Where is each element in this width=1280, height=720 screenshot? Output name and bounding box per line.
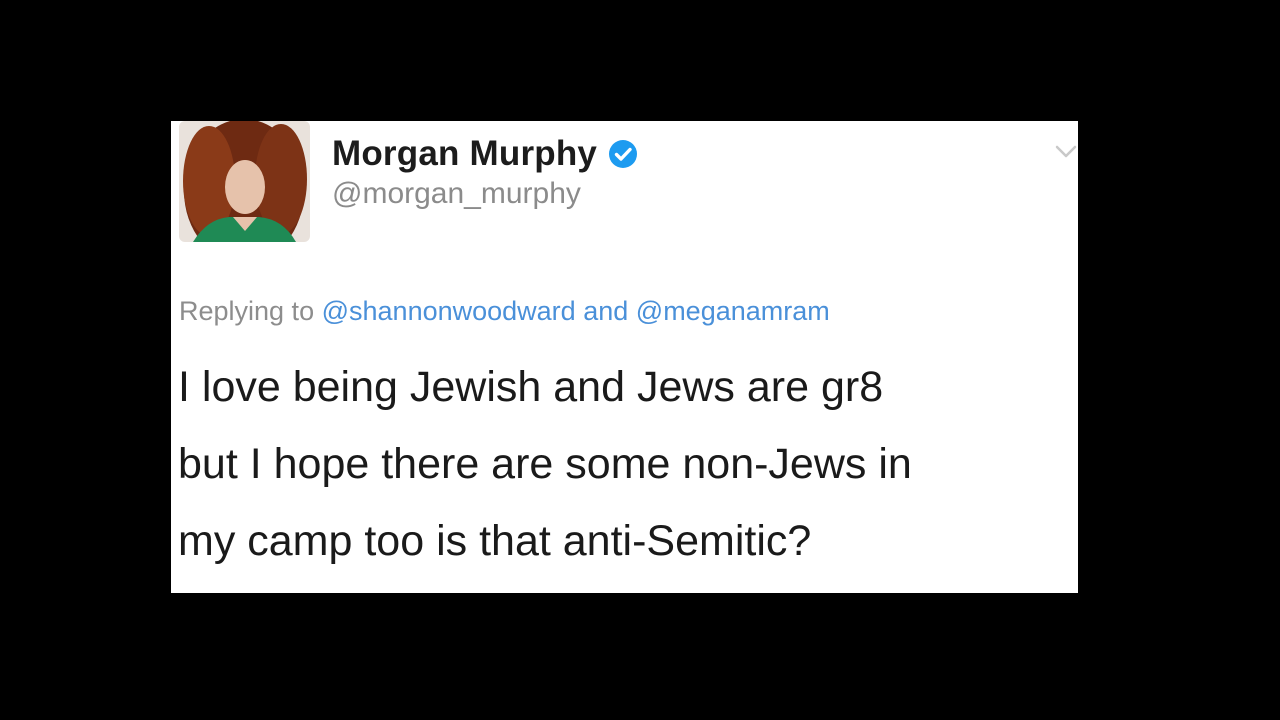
- tweet-text: I love being Jewish and Jews are gr8 but …: [178, 349, 1068, 580]
- tweet-text-line: I love being Jewish and Jews are gr8: [178, 363, 884, 411]
- mention-link-meganamram[interactable]: @meganamram: [636, 296, 830, 326]
- avatar[interactable]: [179, 121, 310, 242]
- tweet-card: Morgan Murphy @morgan_murphy Replying to…: [171, 121, 1078, 593]
- author-name-row: Morgan Murphy: [332, 133, 639, 175]
- reply-joiner: and: [583, 296, 629, 326]
- tweet-text-line: but I hope there are some non-Jews in: [178, 440, 912, 488]
- verified-badge-icon: [609, 140, 638, 168]
- mention-link-shannonwoodward[interactable]: @shannonwoodward: [322, 296, 576, 326]
- tweet-text-line: my camp too is that anti-Semitic?: [178, 517, 812, 565]
- author-handle[interactable]: @morgan_murphy: [332, 177, 581, 211]
- reply-context: Replying to @shannonwoodward and @megana…: [179, 296, 830, 327]
- author-display-name[interactable]: Morgan Murphy: [332, 134, 597, 174]
- reply-prefix: Replying to: [179, 296, 315, 326]
- chevron-down-icon[interactable]: [1055, 145, 1077, 159]
